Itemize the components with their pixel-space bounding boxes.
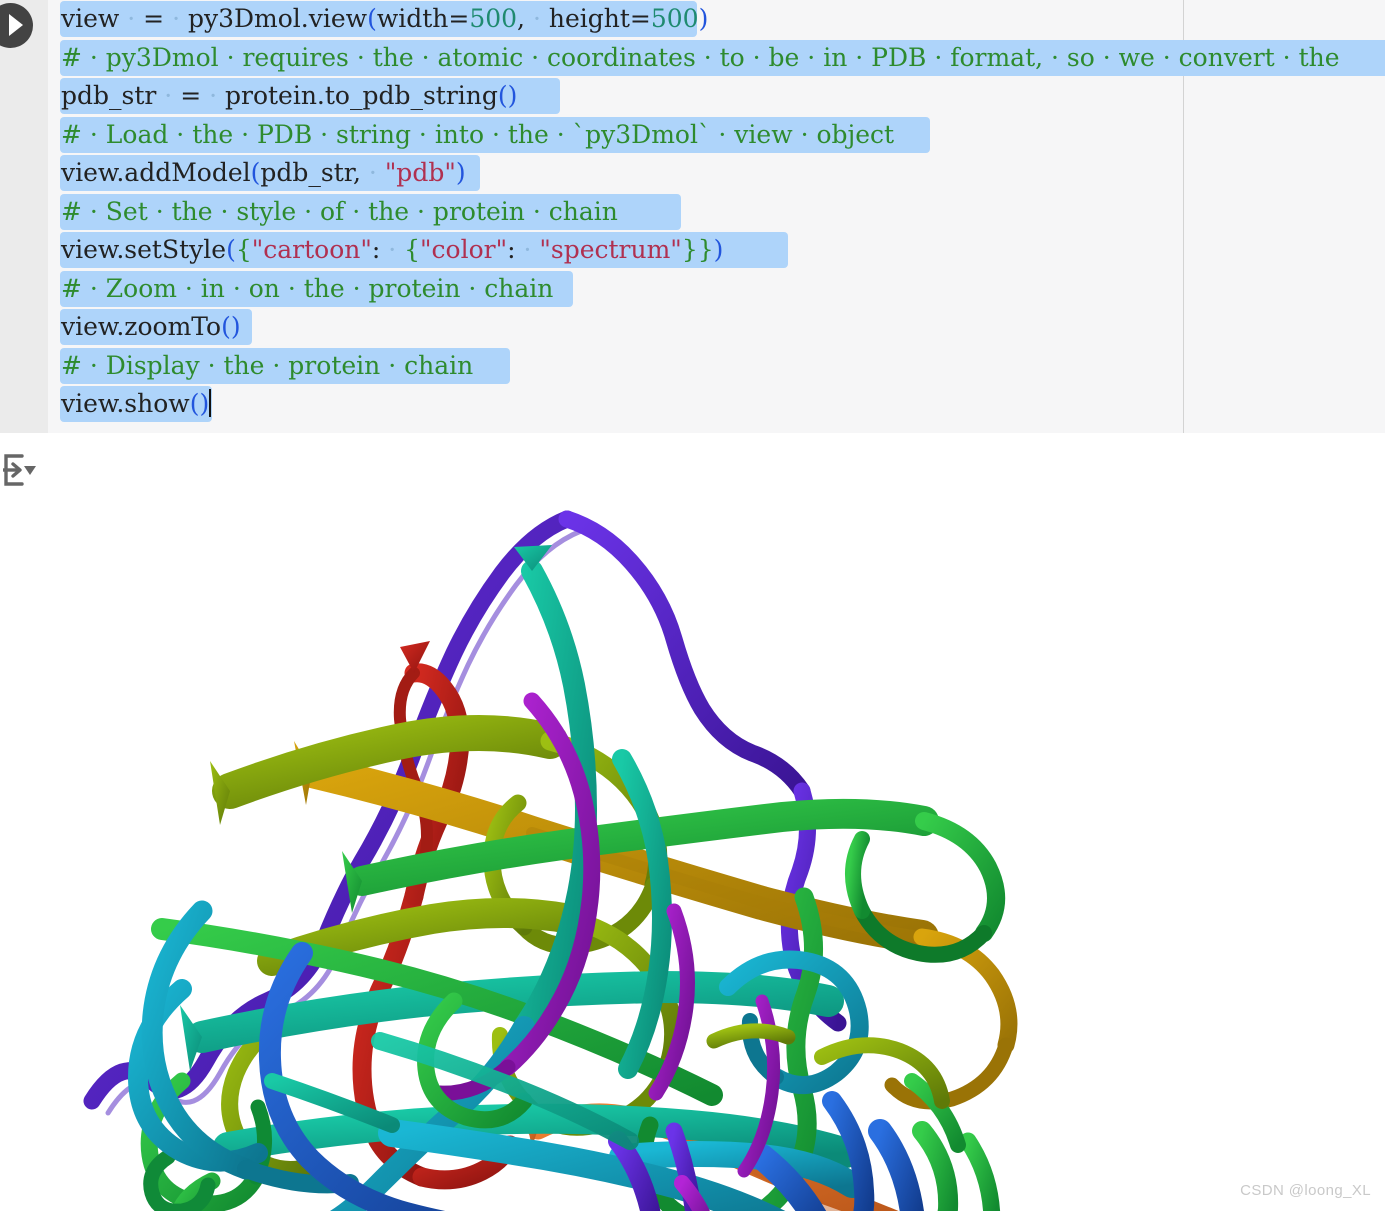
text-caret xyxy=(209,389,212,417)
protein-3d-viewer[interactable] xyxy=(62,441,1022,1211)
code-line[interactable]: # · Load · the · PDB · string · into · t… xyxy=(48,116,1385,155)
code-line[interactable]: view.addModel(pdb_str, · "pdb") xyxy=(48,154,1385,193)
code-line[interactable]: view.setStyle({"cartoon": · {"color": · … xyxy=(48,231,1385,270)
code-line[interactable]: # · Display · the · protein · chain xyxy=(48,347,1385,386)
code-line[interactable]: pdb_str · = · protein.to_pdb_string() xyxy=(48,77,1385,116)
code-line[interactable]: view.show() xyxy=(48,385,1385,424)
play-icon xyxy=(9,14,23,36)
output-collapse-icon[interactable] xyxy=(2,453,42,487)
code-line[interactable]: view · = · py3Dmol.view(width=500, · hei… xyxy=(48,0,1385,39)
cell-gutter xyxy=(0,0,48,433)
code-cell[interactable]: view · = · py3Dmol.view(width=500, · hei… xyxy=(0,0,1385,434)
code-line[interactable]: # · py3Dmol · requires · the · atomic · … xyxy=(48,39,1385,78)
code-line[interactable]: # · Zoom · in · on · the · protein · cha… xyxy=(48,270,1385,309)
output-arrow-icon xyxy=(3,454,36,486)
cell-output: CSDN @loong_XL xyxy=(0,433,1385,1211)
code-editor[interactable]: view · = · py3Dmol.view(width=500, · hei… xyxy=(48,0,1385,433)
csdn-watermark: CSDN @loong_XL xyxy=(1240,1182,1371,1199)
code-line[interactable]: # · Set · the · style · of · the · prote… xyxy=(48,193,1385,232)
code-line[interactable]: view.zoomTo() xyxy=(48,308,1385,347)
